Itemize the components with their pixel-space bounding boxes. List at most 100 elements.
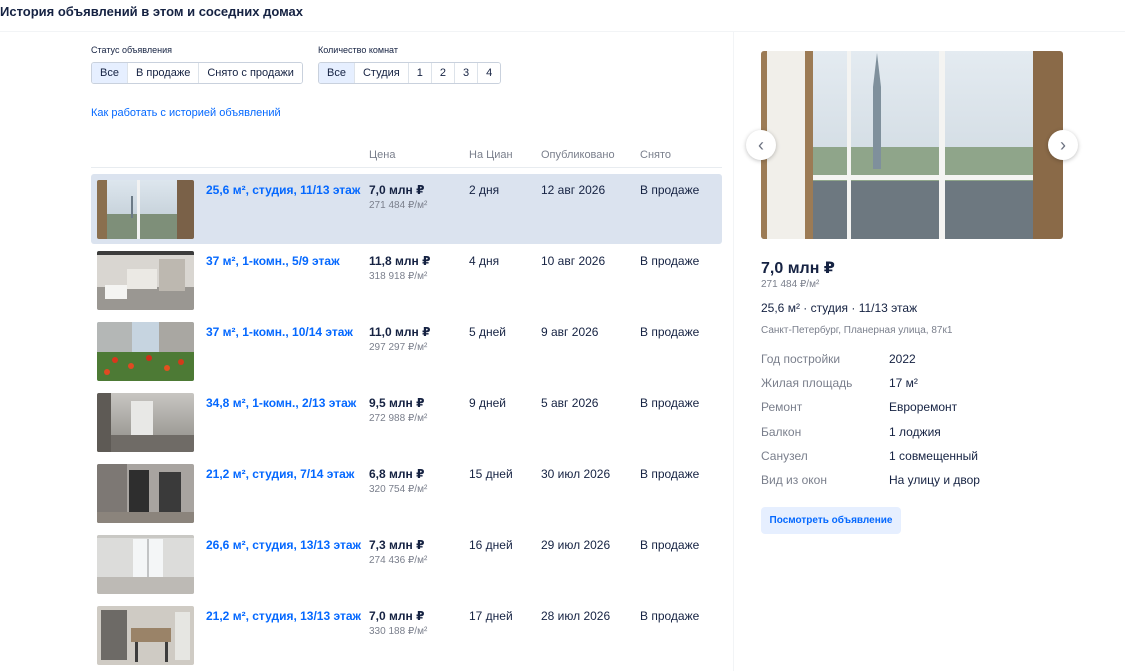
listing-days-on-cian: 15 дней [469,467,513,481]
listing-title-link[interactable]: 21,2 м², студия, 7/14 этаж [206,467,354,481]
listing-published-date: 29 июл 2026 [541,538,611,552]
listing-title-link[interactable]: 21,2 м², студия, 13/13 этаж [206,609,361,623]
detail-address: Санкт-Петербург, Планерная улица, 87к1 [761,325,953,336]
detail-price-per-meter: 271 484 ₽/м² [761,279,820,290]
column-header-on-cian: На Циан [469,149,513,161]
spec-value: 17 м² [889,376,918,390]
spec-key: Вид из окон [761,473,827,487]
listing-published-date: 9 авг 2026 [541,325,599,339]
listing-days-on-cian: 5 дней [469,325,507,339]
column-header-price: Цена [369,149,396,161]
listing-published-date: 10 авг 2026 [541,254,606,268]
listing-price-per-meter: 297 297 ₽/м² [369,342,428,353]
listing-gallery[interactable] [761,51,1063,239]
listing-title-link[interactable]: 25,6 м², студия, 11/13 этаж [206,183,360,197]
header-divider [91,167,722,168]
listing-published-date: 30 июл 2026 [541,467,611,481]
listing-price: 7,3 млн ₽ [369,538,425,552]
listing-price: 7,0 млн ₽ [369,609,425,623]
top-divider [0,31,1125,32]
listing-published-date: 28 июл 2026 [541,609,611,623]
listing-status: В продаже [640,254,700,268]
spec-key: Балкон [761,425,802,439]
table-row[interactable]: 37 м², 1-комн., 10/14 этаж 11,0 млн ₽ 29… [91,316,722,386]
rooms-option-studio[interactable]: Студия [354,63,409,83]
listing-days-on-cian: 16 дней [469,538,513,552]
detail-summary: 25,6 м² · студия · 11/13 этаж [761,301,918,315]
listing-price-per-meter: 274 436 ₽/м² [369,555,428,566]
table-row[interactable]: 26,6 м², студия, 13/13 этаж 7,3 млн ₽ 27… [91,529,722,599]
listing-price: 11,0 млн ₽ [369,325,431,339]
column-header-removed: Снято [640,149,672,161]
help-link[interactable]: Как работать с историей объявлений [91,107,281,119]
rooms-filter: Все Студия 1 2 3 4 [318,62,502,84]
listing-price: 11,8 млн ₽ [369,254,431,268]
listing-photo [97,393,194,452]
table-row[interactable]: 25,6 м², студия, 11/13 этаж 7,0 млн ₽ 27… [91,174,722,244]
spec-value: Евроремонт [889,400,958,414]
status-option-removed[interactable]: Снято с продажи [199,63,302,83]
listing-status: В продаже [640,609,700,623]
listing-photo [97,535,194,594]
table-row[interactable]: 37 м², 1-комн., 5/9 этаж 11,8 млн ₽ 318 … [91,245,722,315]
listing-photo [97,606,194,665]
spec-value: 2022 [889,352,916,366]
detail-price: 7,0 млн ₽ [761,260,835,277]
panel-divider [733,31,734,671]
listing-photo [97,180,194,239]
chevron-right-icon: › [1060,134,1066,155]
listing-price-per-meter: 271 484 ₽/м² [369,200,428,211]
listing-price: 6,8 млн ₽ [369,467,425,481]
chevron-left-icon: ‹ [758,134,764,155]
page-title: История объявлений в этом и соседних дом… [0,4,304,19]
status-option-all[interactable]: Все [92,63,128,83]
rooms-filter-label: Количество комнат [318,45,398,55]
spec-key: Жилая площадь [761,376,853,390]
spec-value: 1 совмещенный [889,449,978,463]
rooms-option-2[interactable]: 2 [431,63,455,83]
listing-days-on-cian: 2 дня [469,183,500,197]
listing-days-on-cian: 9 дней [469,396,507,410]
listing-published-date: 5 авг 2026 [541,396,599,410]
gallery-prev-button[interactable]: ‹ [746,130,776,160]
table-row[interactable]: 34,8 м², 1-комн., 2/13 этаж 9,5 млн ₽ 27… [91,387,722,457]
listing-price-per-meter: 330 188 ₽/м² [369,626,428,637]
rooms-option-4[interactable]: 4 [478,63,501,83]
listing-price-per-meter: 272 988 ₽/м² [369,413,428,424]
listing-status: В продаже [640,467,700,481]
table-row[interactable]: 21,2 м², студия, 7/14 этаж 6,8 млн ₽ 320… [91,458,722,528]
status-option-on-sale[interactable]: В продаже [127,63,200,83]
view-listing-button[interactable]: Посмотреть объявление [761,507,901,534]
listing-title-link[interactable]: 26,6 м², студия, 13/13 этаж [206,538,361,552]
listing-status: В продаже [640,538,700,552]
gallery-next-button[interactable]: › [1048,130,1078,160]
spec-key: Санузел [761,449,808,463]
listing-title-link[interactable]: 37 м², 1-комн., 10/14 этаж [206,325,353,339]
listing-price-per-meter: 318 918 ₽/м² [369,271,428,282]
rooms-option-all[interactable]: Все [319,63,355,83]
rooms-option-1[interactable]: 1 [408,63,432,83]
listing-title-link[interactable]: 34,8 м², 1-комн., 2/13 этаж [206,396,356,410]
listing-status: В продаже [640,325,700,339]
listing-price: 7,0 млн ₽ [369,183,425,197]
spec-value: 1 лоджия [889,425,941,439]
spec-value: На улицу и двор [889,473,980,487]
table-row[interactable]: 21,2 м², студия, 13/13 этаж 7,0 млн ₽ 33… [91,600,722,670]
listing-days-on-cian: 17 дней [469,609,513,623]
listing-photo [97,322,194,381]
listing-published-date: 12 авг 2026 [541,183,606,197]
listing-photo [97,464,194,523]
listing-price-per-meter: 320 754 ₽/м² [369,484,428,495]
spec-key: Ремонт [761,400,803,414]
status-filter: Все В продаже Снято с продажи [91,62,303,84]
status-filter-label: Статус объявления [91,45,173,55]
listing-days-on-cian: 4 дня [469,254,500,268]
listing-title-link[interactable]: 37 м², 1-комн., 5/9 этаж [206,254,340,268]
spec-key: Год постройки [761,352,841,366]
listing-photo [97,251,194,310]
listing-status: В продаже [640,183,700,197]
listing-price: 9,5 млн ₽ [369,396,425,410]
column-header-published: Опубликовано [541,149,615,161]
rooms-option-3[interactable]: 3 [454,63,479,83]
listing-status: В продаже [640,396,700,410]
